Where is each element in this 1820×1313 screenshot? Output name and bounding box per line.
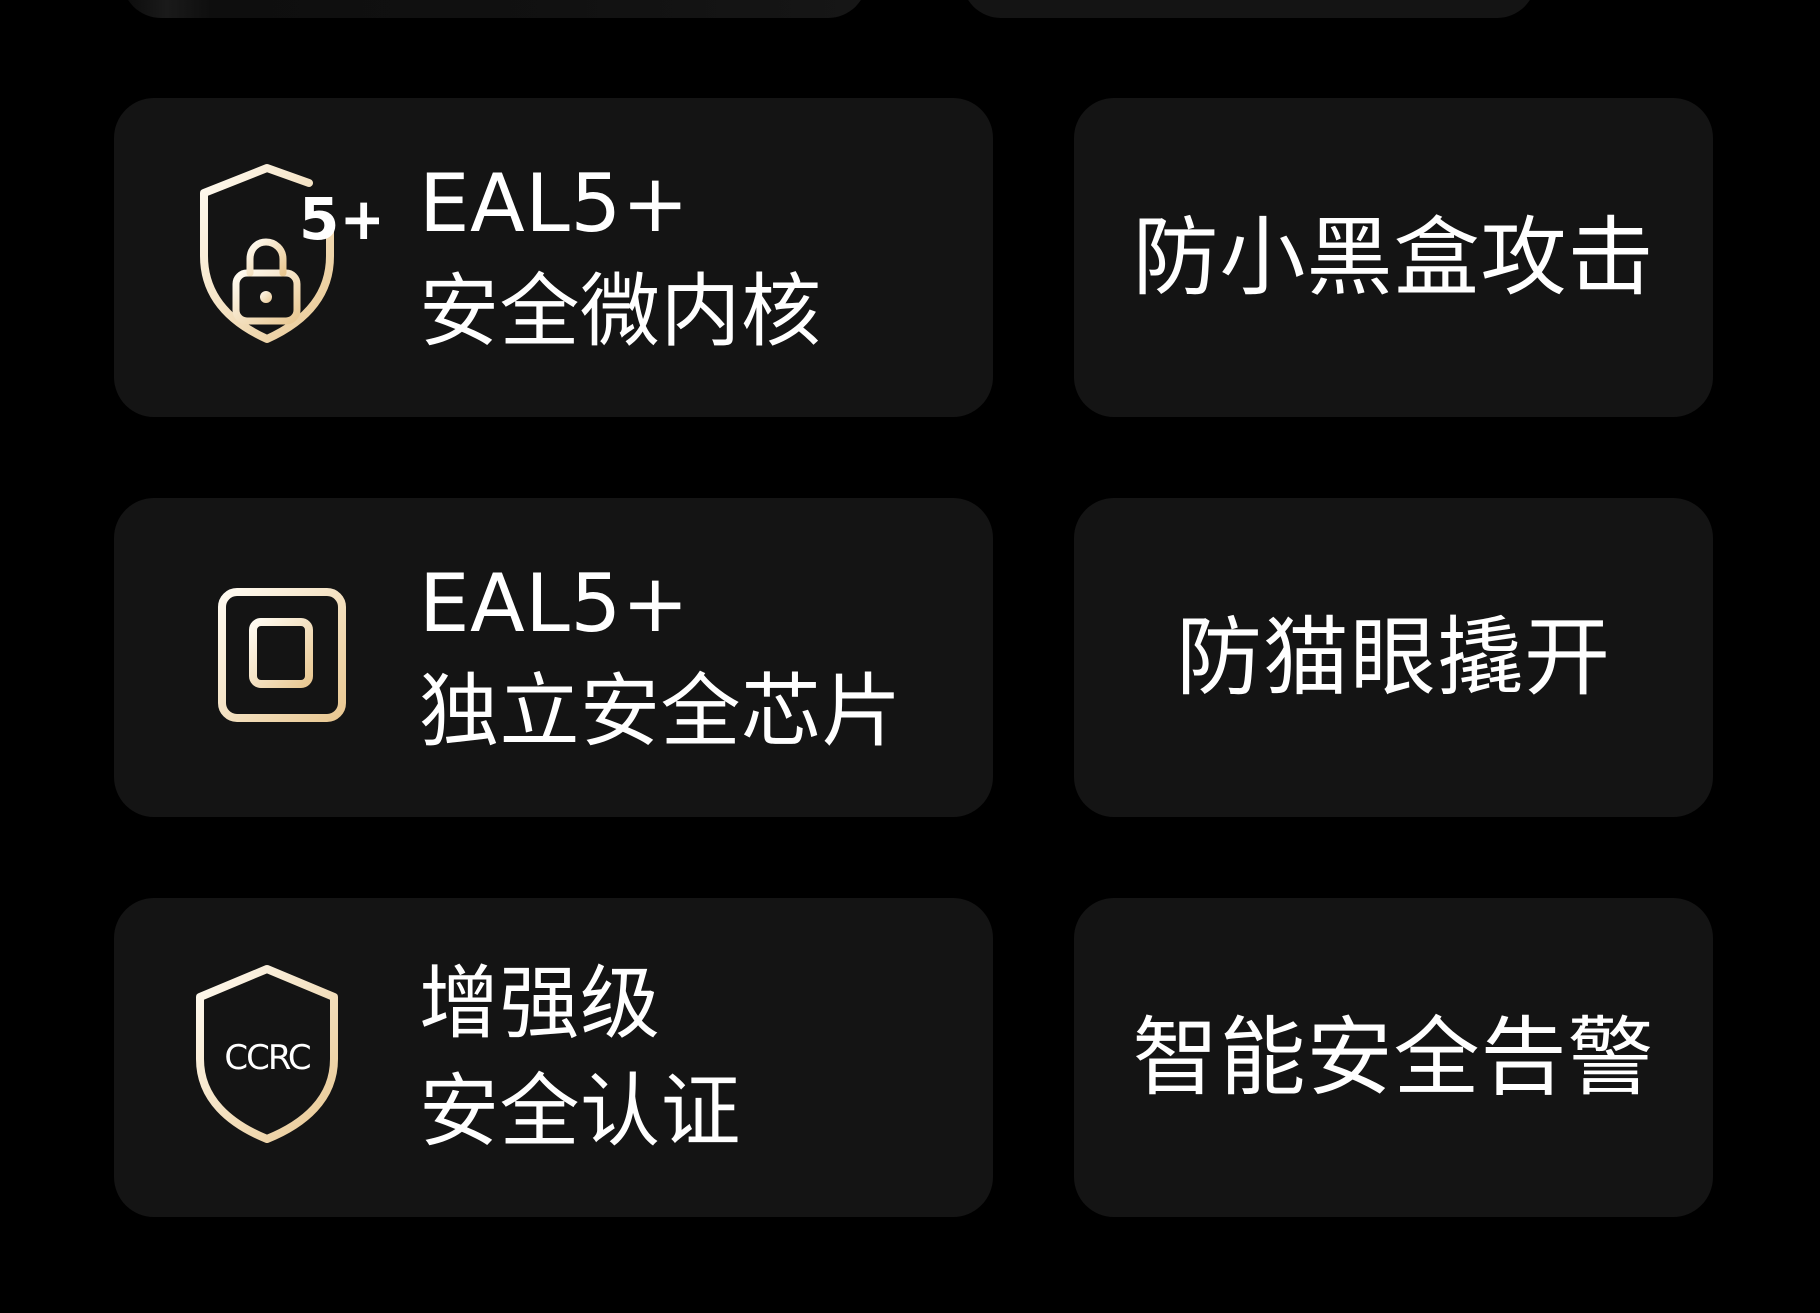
feature-subtitle: 安全认证 <box>419 1064 741 1158</box>
feature-card-security-chip: EAL5+ 独立安全芯片 <box>114 498 993 817</box>
feature-card-anti-blackbox: 防小黑盒攻击 <box>1074 98 1713 417</box>
feature-subtitle: 独立安全芯片 <box>419 664 902 758</box>
feature-subtitle: 安全微内核 <box>419 264 822 358</box>
partial-card-top-left <box>122 0 867 18</box>
feature-card-secure-microkernel: 5+ EAL5+ 安全微内核 <box>114 98 993 417</box>
feature-text: EAL5+ 独立安全芯片 <box>419 552 902 764</box>
feature-title: EAL5+ <box>419 556 690 650</box>
feature-label: 防猫眼撬开 <box>1176 607 1611 708</box>
feature-label: 智能安全告警 <box>1132 1007 1655 1108</box>
chip-icon <box>179 561 379 755</box>
feature-text: EAL5+ 安全微内核 <box>419 152 822 364</box>
shield-lock-5plus-icon: 5+ <box>179 161 388 355</box>
feature-label: 防小黑盒攻击 <box>1132 207 1655 308</box>
feature-title: EAL5+ <box>419 156 690 250</box>
feature-card-ccrc-certification: CCRC 增强级 安全认证 <box>114 898 993 1217</box>
badge-ccrc: CCRC <box>224 1038 309 1078</box>
feature-title: 增强级 <box>419 956 661 1050</box>
feature-text: 增强级 安全认证 <box>419 952 741 1164</box>
shield-ccrc-icon: CCRC <box>179 961 379 1155</box>
badge-5plus: 5+ <box>299 185 379 253</box>
partial-card-top-right <box>962 0 1536 18</box>
feature-card-anti-peephole-prying: 防猫眼撬开 <box>1074 498 1713 817</box>
feature-card-smart-alarm: 智能安全告警 <box>1074 898 1713 1217</box>
